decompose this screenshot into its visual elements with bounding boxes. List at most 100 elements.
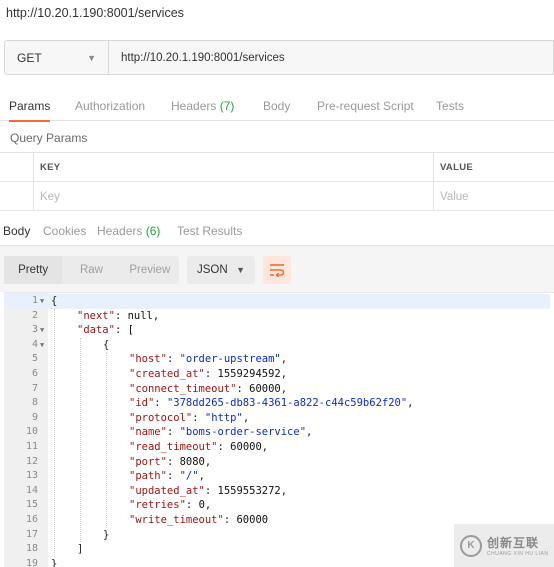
response-headers-count-badge: (6) — [145, 224, 161, 238]
method-select[interactable]: GET ▼ — [5, 41, 109, 74]
json-value: "378dd265-db83-4361-a822-c44c59b62f20" — [166, 397, 408, 410]
json-value: [ — [127, 324, 134, 337]
code-line: 13 "path": "/", — [4, 469, 550, 484]
json-key: "port" — [129, 455, 167, 468]
json-key: "write_timeout" — [129, 514, 224, 526]
wrap-lines-icon — [270, 264, 285, 277]
json-key: "created_at" — [129, 368, 205, 380]
tab-authorization[interactable]: Authorization — [75, 95, 145, 121]
json-value: "/" — [179, 470, 199, 483]
code-line: 11 "read_timeout": 60000, — [4, 440, 550, 455]
params-row: Key Value — [0, 182, 554, 211]
json-property: "data": [ — [77, 324, 134, 337]
json-key: "path" — [129, 470, 167, 483]
tab-response-body[interactable]: Body — [3, 222, 31, 249]
json-value: 60000 — [236, 514, 269, 526]
raw-button[interactable]: Raw — [62, 256, 120, 284]
json-value: null — [127, 309, 153, 322]
json-value: "http" — [204, 411, 243, 424]
tab-cookies[interactable]: Cookies — [43, 222, 86, 248]
line-number: 17 — [25, 528, 38, 540]
json-key: "connect_timeout" — [129, 382, 237, 395]
line-number: 11 — [25, 441, 38, 452]
json-value: 60000 — [249, 382, 281, 395]
watermark-subtext: CHUANG XIN HU LIAN — [487, 551, 549, 557]
code-line: 10 "name": "boms-order-service", — [4, 425, 550, 440]
query-params-title: Query Params — [10, 131, 88, 145]
pretty-button[interactable]: Pretty — [4, 256, 63, 284]
code-line: 8 "id": "378dd265-db83-4361-a822-c44c59b6… — [4, 396, 550, 411]
watermark-logo: K 创新互联 CHUANG XIN HU LIAN — [454, 524, 554, 567]
response-tabs: Body Cookies Headers (6) Test Results — [0, 222, 554, 249]
format-select[interactable]: JSON ▼ — [187, 256, 255, 284]
code-line: 3 ▼ "data": [ — [4, 323, 550, 338]
json-value: 60000 — [230, 441, 262, 453]
tab-tests[interactable]: Tests — [436, 95, 464, 121]
json-key: "retries" — [129, 499, 186, 512]
code-line: 12 "port": 8080, — [4, 455, 550, 470]
json-key: "updated_at" — [129, 484, 205, 497]
json-property: "path": "/", — [129, 470, 205, 483]
tab-test-results[interactable]: Test Results — [177, 222, 242, 248]
code-line: 2 "next": null, — [4, 309, 550, 324]
json-value: 1559553272 — [217, 484, 281, 497]
code-line: 5 "host": "order-upstream", — [4, 352, 550, 367]
param-key-input[interactable]: Key — [33, 182, 433, 211]
json-bracket: } — [103, 528, 110, 541]
line-number: 16 — [25, 514, 38, 525]
code-line: 14 "updated_at": 1559553272, — [4, 484, 550, 499]
tab-headers[interactable]: Headers (7) — [171, 95, 234, 121]
line-number: 2 — [31, 309, 38, 321]
indent-guide — [80, 337, 81, 543]
json-property: "id": "378dd265-db83-4361-a822-c44c59b62… — [129, 397, 414, 410]
json-property: "name": "boms-order-service", — [129, 426, 313, 439]
json-bracket: ] — [77, 543, 84, 556]
line-number: 3 — [31, 324, 38, 336]
line-number: 6 — [31, 368, 38, 379]
line-number: 9 — [31, 411, 38, 423]
fold-arrow-icon[interactable]: ▼ — [40, 338, 44, 353]
view-mode-group: Pretty Raw Preview — [4, 256, 179, 284]
json-property: "host": "order-upstream", — [129, 353, 288, 366]
json-key: "host" — [129, 353, 167, 366]
value-column-header: VALUE — [433, 153, 554, 182]
tab-pre-request-script[interactable]: Pre-request Script — [317, 95, 414, 121]
tab-response-headers[interactable]: Headers (6) — [97, 222, 160, 248]
url-input[interactable]: http://10.20.1.190:8001/services — [109, 52, 285, 64]
indent-guide — [106, 352, 107, 528]
fold-arrow-icon[interactable]: ▼ — [40, 294, 44, 309]
line-number: 19 — [25, 557, 38, 567]
json-value: "boms-order-service" — [179, 426, 307, 439]
json-property: "connect_timeout": 60000, — [129, 382, 288, 395]
json-bracket: { — [103, 338, 110, 351]
window-title: http://10.20.1.190:8001/services — [6, 6, 184, 20]
params-header-row: KEY VALUE — [0, 153, 554, 182]
watermark-text: 创新互联 — [487, 536, 540, 550]
code-line: 1 ▼ { — [4, 294, 550, 309]
line-number: 8 — [31, 397, 38, 409]
line-number: 12 — [25, 455, 38, 467]
json-property: "retries": 0, — [129, 499, 212, 512]
json-property: "read_timeout": 60000, — [129, 441, 269, 453]
preview-button[interactable]: Preview — [121, 256, 179, 284]
fold-arrow-icon[interactable]: ▼ — [40, 323, 44, 338]
json-property: "next": null, — [77, 309, 160, 322]
logo-icon: K — [460, 534, 482, 557]
chevron-down-icon: ▼ — [236, 265, 245, 275]
wrap-lines-button[interactable] — [263, 256, 291, 284]
json-property: "protocol": "http", — [129, 411, 250, 424]
json-value: 8080 — [179, 455, 205, 468]
chevron-down-icon: ▼ — [87, 52, 96, 63]
tab-params[interactable]: Params — [9, 95, 51, 122]
json-property: "updated_at": 1559553272, — [129, 484, 288, 497]
param-value-input[interactable]: Value — [433, 182, 554, 211]
json-property: "port": 8080, — [129, 455, 212, 468]
json-key: "protocol" — [129, 411, 193, 424]
line-number: 18 — [25, 543, 38, 555]
json-property: "created_at": 1559294592, — [129, 368, 288, 380]
response-toolbar: Pretty Raw Preview JSON ▼ — [0, 246, 554, 292]
line-number: 14 — [25, 484, 38, 496]
json-key: "next" — [77, 309, 115, 322]
json-key: "name" — [129, 426, 167, 439]
tab-body[interactable]: Body — [263, 95, 290, 121]
